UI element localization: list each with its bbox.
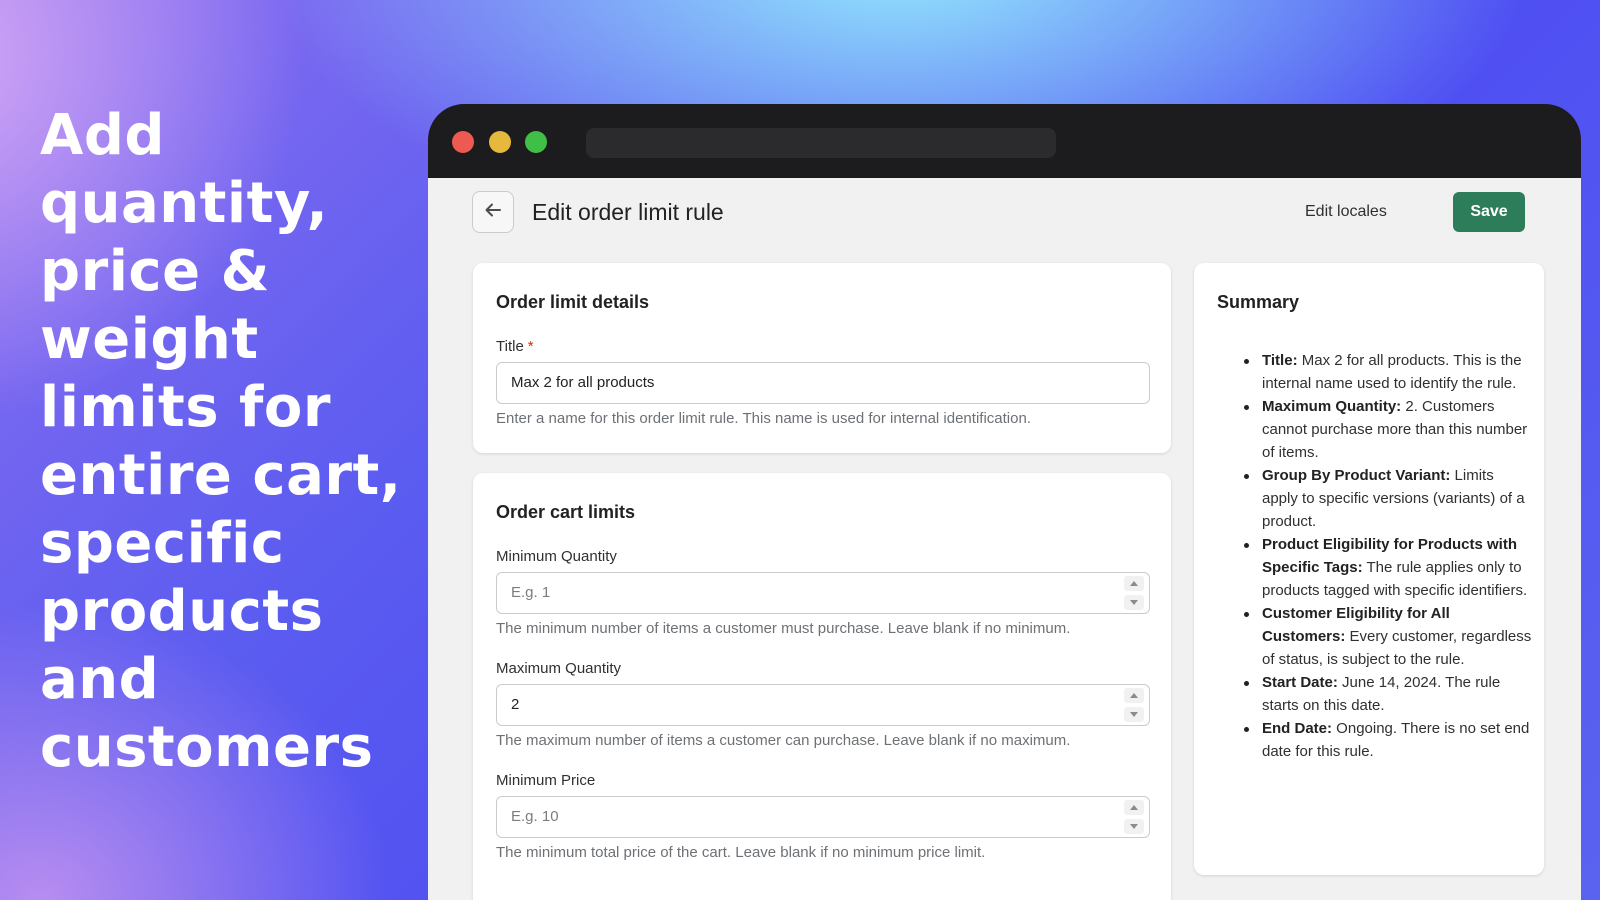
chevron-down-icon (1130, 712, 1138, 717)
decrement-button[interactable] (1124, 707, 1144, 722)
list-item: Title: Max 2 for all products. This is t… (1232, 349, 1532, 395)
page-header: Edit order limit rule Edit locales Save (428, 178, 1581, 248)
summary-key: Start Date: (1262, 674, 1338, 691)
card-title: Order limit details (496, 292, 650, 312)
maximum-quantity-input[interactable]: 2 (496, 684, 1150, 726)
back-button[interactable] (472, 191, 514, 233)
maximum-quantity-value: 2 (511, 696, 520, 713)
title-label-text: Title (496, 338, 524, 355)
chevron-down-icon (1130, 824, 1138, 829)
minimum-quantity-input[interactable]: E.g. 1 (496, 572, 1150, 614)
maximize-window-button[interactable] (525, 131, 547, 153)
summary-card: Summary Title: Max 2 for all products. T… (1194, 263, 1544, 875)
minimum-price-input[interactable]: E.g. 10 (496, 796, 1150, 838)
summary-text: Max 2 for all products. This is the inte… (1262, 352, 1522, 392)
title-field-label: Title * (496, 338, 534, 356)
app-window: Edit order limit rule Edit locales Save … (428, 104, 1581, 900)
minimum-quantity-label: Minimum Quantity (496, 548, 617, 565)
maximum-quantity-label: Maximum Quantity (496, 660, 622, 677)
hero-headline: Add quantity, price & weight limits for … (40, 103, 402, 780)
minimum-quantity-placeholder: E.g. 1 (511, 584, 551, 601)
list-item: Start Date: June 14, 2024. The rule star… (1232, 671, 1532, 717)
summary-key: End Date: (1262, 720, 1333, 737)
chevron-up-icon (1130, 581, 1138, 586)
summary-list: Title: Max 2 for all products. This is t… (1232, 349, 1532, 763)
close-window-button[interactable] (452, 131, 474, 153)
chevron-up-icon (1130, 693, 1138, 698)
price-stepper[interactable] (1119, 797, 1149, 837)
arrow-left-icon (483, 200, 503, 225)
decrement-button[interactable] (1124, 595, 1144, 610)
title-input-value: Max 2 for all products (511, 374, 655, 391)
required-marker: * (527, 338, 534, 355)
order-limit-details-card: Order limit details Title * Max 2 for all… (473, 263, 1171, 453)
summary-title: Summary (1217, 292, 1300, 312)
page-content: Edit order limit rule Edit locales Save … (428, 178, 1581, 900)
chevron-down-icon (1130, 600, 1138, 605)
increment-button[interactable] (1124, 576, 1144, 591)
minimum-quantity-help: The minimum number of items a customer m… (496, 620, 1071, 637)
summary-key: Group By Product Variant: (1262, 467, 1451, 484)
summary-key: Title: (1262, 352, 1298, 369)
quantity-stepper[interactable] (1119, 685, 1149, 725)
card-title: Order cart limits (496, 502, 636, 522)
edit-locales-button[interactable]: Edit locales (1305, 202, 1387, 222)
window-titlebar (428, 104, 1581, 178)
page-title: Edit order limit rule (532, 199, 724, 225)
decrement-button[interactable] (1124, 819, 1144, 834)
save-button[interactable]: Save (1453, 192, 1525, 232)
increment-button[interactable] (1124, 688, 1144, 703)
address-bar[interactable] (586, 128, 1056, 158)
summary-key: Maximum Quantity: (1262, 398, 1402, 415)
minimum-price-placeholder: E.g. 10 (511, 808, 559, 825)
list-item: Group By Product Variant: Limits apply t… (1232, 464, 1532, 533)
list-item: Product Eligibility for Products with Sp… (1232, 533, 1532, 602)
list-item: Maximum Quantity: 2. Customers cannot pu… (1232, 395, 1532, 464)
list-item: End Date: Ongoing. There is no set end d… (1232, 717, 1532, 763)
list-item: Customer Eligibility for All Customers: … (1232, 602, 1532, 671)
chevron-up-icon (1130, 805, 1138, 810)
minimum-price-label: Minimum Price (496, 772, 596, 789)
title-help-text: Enter a name for this order limit rule. … (496, 410, 1031, 427)
title-input[interactable]: Max 2 for all products (496, 362, 1150, 404)
increment-button[interactable] (1124, 800, 1144, 815)
order-cart-limits-card: Order cart limits Minimum Quantity E.g. … (473, 473, 1171, 900)
quantity-stepper[interactable] (1119, 573, 1149, 613)
maximum-quantity-help: The maximum number of items a customer c… (496, 732, 1071, 749)
minimize-window-button[interactable] (489, 131, 511, 153)
minimum-price-help: The minimum total price of the cart. Lea… (496, 844, 986, 861)
